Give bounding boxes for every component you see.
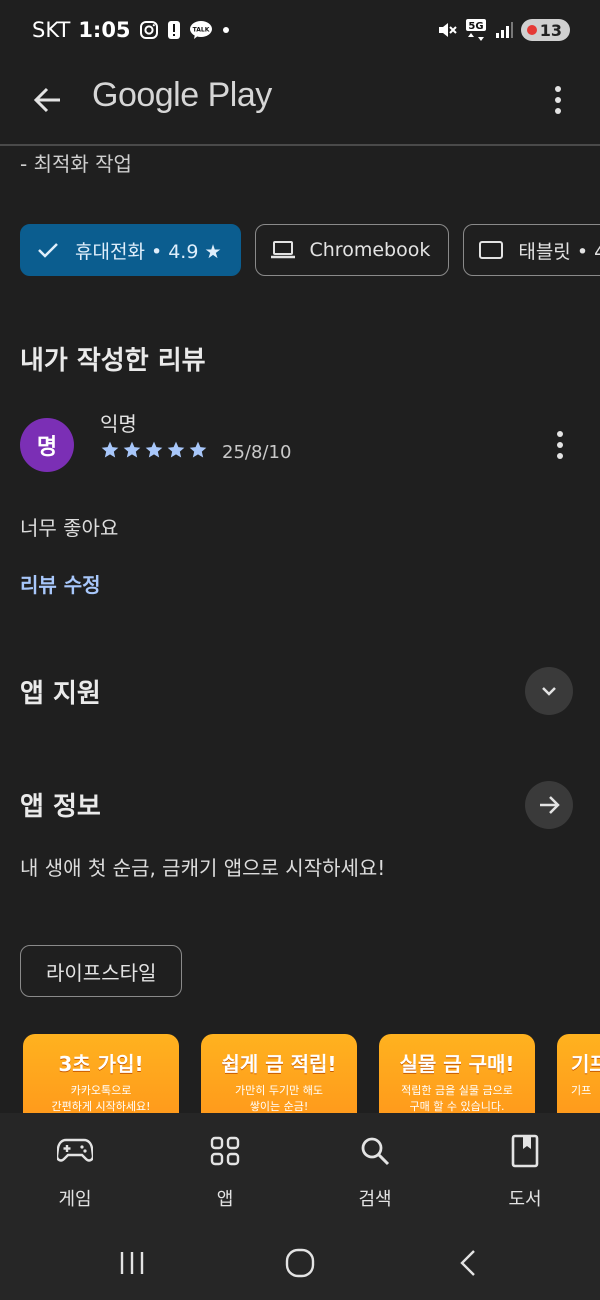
screenshot-caption: 기프 <box>571 1084 592 1097</box>
home-icon <box>285 1248 315 1278</box>
more-vert-icon <box>555 86 561 114</box>
screenshot-title: 쉽게 금 적립! <box>221 1052 337 1076</box>
screenshot-title: 3초 가입! <box>58 1052 144 1076</box>
review-date: 25/8/10 <box>222 442 292 463</box>
nav-games[interactable]: 게임 <box>25 1131 125 1211</box>
battery-indicator: 13 <box>520 19 570 41</box>
nav-search[interactable]: 검색 <box>325 1131 425 1211</box>
star-icon <box>189 441 207 458</box>
back-button[interactable] <box>28 80 68 120</box>
kakaotalk-icon: TALK <box>189 20 213 40</box>
nav-search-label: 검색 <box>358 1189 392 1210</box>
arrow-right-icon <box>540 796 560 814</box>
star-icon <box>123 441 141 458</box>
screenshot-caption: 적립한 금을 실물 금으로 <box>401 1084 513 1097</box>
star-icon <box>167 441 185 458</box>
5g-icon: 5G <box>465 18 487 42</box>
mute-icon <box>437 20 457 40</box>
review-more-button[interactable] <box>548 428 572 464</box>
gamepad-icon <box>55 1131 95 1171</box>
more-vert-icon <box>557 431 563 459</box>
my-review-heading: 내가 작성한 리뷰 <box>20 346 206 376</box>
whats-new-text: - 최적화 작업 <box>20 152 132 176</box>
nav-games-label: 게임 <box>58 1189 92 1210</box>
laptop-icon <box>270 237 296 263</box>
app-support-heading: 앱 지원 <box>20 679 101 709</box>
reviewer-name: 익명 <box>100 412 137 436</box>
nav-apps-label: 앱 <box>216 1189 234 1210</box>
screenshot-title: 실물 금 구매! <box>399 1052 515 1076</box>
nav-books-label: 도서 <box>508 1189 542 1210</box>
dot-icon <box>221 25 231 35</box>
battery-low-icon <box>526 25 537 35</box>
book-icon <box>505 1131 545 1171</box>
category-chip[interactable]: 라이프스타일 <box>20 945 183 997</box>
screenshot-title: 기프 <box>571 1052 600 1076</box>
avatar-initial: 명 <box>36 435 58 460</box>
chip-chromebook-label: Chromebook <box>309 239 431 261</box>
app-description: 내 생애 첫 순금, 금캐기 앱으로 시작하세요! <box>20 856 386 880</box>
recent-apps-icon <box>120 1252 144 1274</box>
kakaotalk-icon-label: TALK <box>192 27 209 34</box>
screenshot-caption: 가만히 두기만 해도 <box>235 1084 323 1097</box>
system-navigation-bar <box>0 1223 600 1300</box>
nav-books[interactable]: 도서 <box>475 1131 575 1211</box>
signal-icon <box>495 21 513 39</box>
chip-phone-label: 휴대전화 • 4.9 ★ <box>75 240 222 263</box>
battery-level: 13 <box>539 20 562 40</box>
chip-tablet[interactable]: 태블릿 • 4 <box>463 224 600 276</box>
app-info-button[interactable] <box>525 781 573 829</box>
rating-stars <box>100 440 208 460</box>
apps-grid-icon <box>205 1131 245 1171</box>
review-text: 너무 좋아요 <box>20 516 119 540</box>
arrow-left-icon <box>33 87 60 113</box>
app-support-expand-button[interactable] <box>525 667 573 715</box>
chip-chromebook[interactable]: Chromebook <box>254 224 450 276</box>
alert-icon <box>167 20 181 40</box>
page-title: Google Play <box>92 76 272 114</box>
recent-apps-button[interactable] <box>112 1243 152 1283</box>
chevron-left-icon <box>460 1250 475 1276</box>
search-icon <box>355 1131 395 1171</box>
screenshot-caption: 카카오톡으로 <box>70 1084 132 1097</box>
more-options-button[interactable] <box>546 80 570 120</box>
5g-icon-label: 5G <box>468 21 483 32</box>
edit-review-link[interactable]: 리뷰 수정 <box>20 569 101 598</box>
app-bar-divider <box>0 144 600 146</box>
nav-apps[interactable]: 앱 <box>175 1131 275 1211</box>
avatar: 명 <box>20 418 74 472</box>
bottom-navigation: 게임 앱 검색 도서 <box>0 1113 600 1223</box>
home-button[interactable] <box>280 1243 320 1283</box>
chevron-down-icon <box>542 687 556 696</box>
system-back-button[interactable] <box>448 1243 488 1283</box>
category-label: 라이프스타일 <box>46 960 157 985</box>
device-filter-chips: 휴대전화 • 4.9 ★ Chromebook 태블릿 • 4 <box>20 224 600 276</box>
star-icon <box>101 441 119 458</box>
check-icon <box>35 237 61 263</box>
clock: 1:05 <box>78 18 131 42</box>
instagram-icon <box>139 20 159 40</box>
app-bar: Google Play <box>0 62 600 144</box>
chip-tablet-label: 태블릿 • 4 <box>518 240 600 263</box>
app-info-heading: 앱 정보 <box>20 792 101 822</box>
carrier-label: SKT <box>32 18 71 42</box>
tablet-icon <box>478 237 504 263</box>
chip-phone[interactable]: 휴대전화 • 4.9 ★ <box>20 224 241 276</box>
star-icon <box>145 441 163 458</box>
status-bar: SKT 1:05 TALK 5G 13 <box>0 0 600 62</box>
